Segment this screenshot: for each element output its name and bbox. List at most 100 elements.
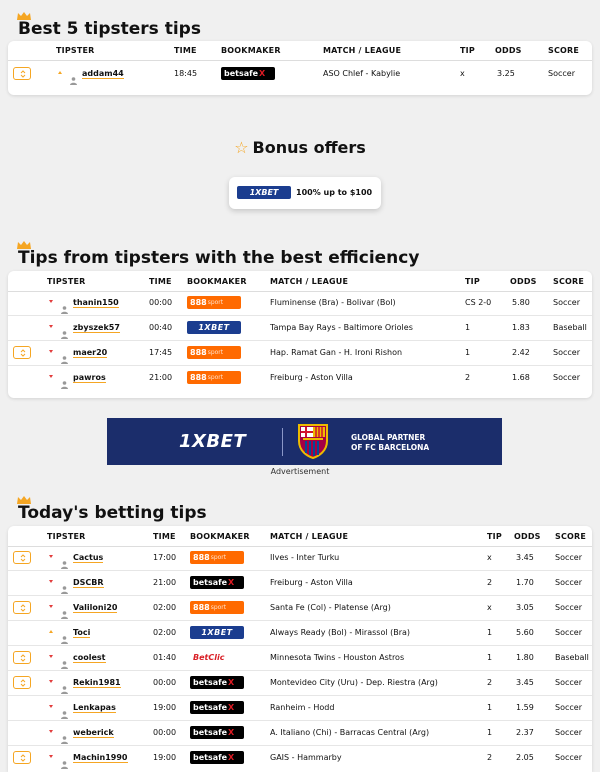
odds-value: 1.68 — [512, 373, 530, 382]
col-tip: TIP — [487, 532, 502, 541]
bookmaker-logo-betsafe[interactable]: betsafe X — [190, 676, 244, 689]
col-time: TIME — [153, 532, 176, 541]
tipster-link[interactable]: Lenkapas — [73, 703, 116, 713]
section-title-today: Today's betting tips — [18, 503, 207, 523]
bookmaker-logo-text: 1XBET — [201, 628, 233, 637]
user-icon — [61, 349, 68, 364]
bookmaker-logo-text: betsafe — [193, 578, 228, 587]
tipster-link[interactable]: zbyszek57 — [73, 323, 120, 333]
match-time: 21:00 — [153, 578, 177, 587]
expand-button[interactable] — [13, 651, 31, 664]
expand-button[interactable] — [13, 601, 31, 614]
match-league: Montevideo City (Uru) - Dep. Riestra (Ar… — [270, 678, 438, 687]
score-value: Soccer — [555, 553, 582, 562]
user-icon — [61, 704, 68, 719]
bookmaker-logo-betsafe[interactable]: betsafe X — [190, 576, 244, 589]
chevron-updown-icon — [20, 604, 26, 612]
trend-down-icon — [49, 580, 53, 583]
bookmaker-logo-accent: X — [228, 728, 235, 737]
score-value: Soccer — [553, 298, 580, 307]
tipster-link[interactable]: DSCBR — [73, 578, 104, 588]
bookmaker-logo-1xbet[interactable]: 1XBET — [190, 626, 244, 639]
tipster-link[interactable]: addam44 — [82, 69, 124, 79]
trend-down-icon — [49, 375, 53, 378]
tipster-link[interactable]: weberick — [73, 728, 114, 738]
tipster-link[interactable]: maer20 — [73, 348, 108, 358]
bookmaker-logo-betclic[interactable]: BetClic — [190, 651, 244, 664]
trend-down-icon — [49, 680, 53, 683]
col-match: MATCH / LEAGUE — [270, 277, 349, 286]
trend-down-icon — [49, 555, 53, 558]
expand-button[interactable] — [13, 676, 31, 689]
match-league: Fluminense (Bra) - Bolivar (Bol) — [270, 298, 396, 307]
user-icon — [61, 604, 68, 619]
bookmaker-logo-accent: X — [228, 753, 235, 762]
odds-value: 3.05 — [516, 603, 534, 612]
bookmaker-logo-888[interactable]: 888 sport — [190, 601, 244, 614]
tipster-link[interactable]: Rekin1981 — [73, 678, 121, 688]
ad-divider — [282, 428, 283, 456]
score-value: Baseball — [555, 653, 589, 662]
col-score: SCORE — [553, 277, 585, 286]
trend-down-icon — [49, 655, 53, 658]
bookmaker-logo-betsafe[interactable]: betsafe X — [190, 701, 244, 714]
match-league: Tampa Bay Rays - Baltimore Orioles — [270, 323, 413, 332]
tipster-link[interactable]: Machin1990 — [73, 753, 128, 763]
tip-value: 1 — [487, 703, 493, 712]
bookmaker-logo-888[interactable]: 888 sport — [187, 371, 241, 384]
odds-value: 5.60 — [516, 628, 534, 637]
expand-button[interactable] — [13, 67, 31, 80]
tipster-link[interactable]: Valiloni20 — [73, 603, 118, 613]
user-icon — [61, 629, 68, 644]
section-title-efficiency: Tips from tipsters with the best efficie… — [18, 248, 420, 268]
ad-banner[interactable]: 1XBET GLOBAL PARTNER OF FC BARCELONA — [107, 418, 502, 465]
user-icon — [70, 70, 77, 85]
odds-value: 5.80 — [512, 298, 530, 307]
trend-down-icon — [49, 730, 53, 733]
odds-value: 2.42 — [512, 348, 530, 357]
match-league: A. Italiano (Chi) - Barracas Central (Ar… — [270, 728, 430, 737]
expand-button[interactable] — [13, 551, 31, 564]
bookmaker-logo-888[interactable]: 888 sport — [187, 296, 241, 309]
bookmaker-logo-betsafe[interactable]: betsafe X — [190, 726, 244, 739]
bookmaker-logo-betsafe[interactable]: betsafe X — [190, 751, 244, 764]
tipster-link[interactable]: Cactus — [73, 553, 104, 563]
score-value: Soccer — [555, 603, 582, 612]
match-league: Freiburg - Aston Villa — [270, 578, 353, 587]
bookmaker-logo-accent: sport — [210, 604, 227, 611]
user-icon — [61, 579, 68, 594]
match-time: 00:00 — [149, 298, 173, 307]
bookmaker-logo-888[interactable]: 888 sport — [187, 346, 241, 359]
bookmaker-logo-888[interactable]: 888 sport — [190, 551, 244, 564]
table-row: Rekin1981 00:00 betsafe X Montevideo City (U… — [8, 671, 592, 696]
tipster-link[interactable]: coolest — [73, 653, 106, 663]
bookmaker-logo-betsafe[interactable]: betsafe X — [221, 67, 275, 80]
col-time: TIME — [149, 277, 172, 286]
user-icon — [61, 554, 68, 569]
col-tipster: TIPSTER — [47, 277, 86, 286]
user-icon — [61, 324, 68, 339]
expand-button[interactable] — [13, 346, 31, 359]
best5-table: TIPSTER TIME BOOKMAKER MATCH / LEAGUE TI… — [8, 41, 592, 95]
match-time: 18:45 — [174, 69, 198, 78]
bookmaker-logo-text: betsafe — [193, 728, 228, 737]
tipster-link[interactable]: Toci — [73, 628, 91, 638]
col-odds: ODDS — [510, 277, 537, 286]
odds-value: 3.25 — [497, 69, 515, 78]
tipster-link[interactable]: pawros — [73, 373, 106, 383]
match-league: Ranheim - Hodd — [270, 703, 335, 712]
score-value: Soccer — [555, 578, 582, 587]
bonus-offer-card[interactable]: 1XBET 100% up to $100 — [229, 177, 381, 209]
tipster-link[interactable]: thanin150 — [73, 298, 119, 308]
chevron-updown-icon — [20, 654, 26, 662]
expand-button[interactable] — [13, 751, 31, 764]
bookmaker-logo-text: betsafe — [193, 678, 228, 687]
col-tip: TIP — [460, 46, 475, 55]
match-league: Hap. Ramat Gan - H. Ironi Rishon — [270, 348, 403, 357]
bookmaker-logo-1xbet[interactable]: 1XBET — [187, 321, 241, 334]
score-value: Soccer — [548, 69, 575, 78]
chevron-updown-icon — [20, 554, 26, 562]
ad-tagline-line1: GLOBAL PARTNER — [351, 433, 426, 442]
chevron-updown-icon — [20, 349, 26, 357]
match-time: 02:00 — [153, 628, 177, 637]
